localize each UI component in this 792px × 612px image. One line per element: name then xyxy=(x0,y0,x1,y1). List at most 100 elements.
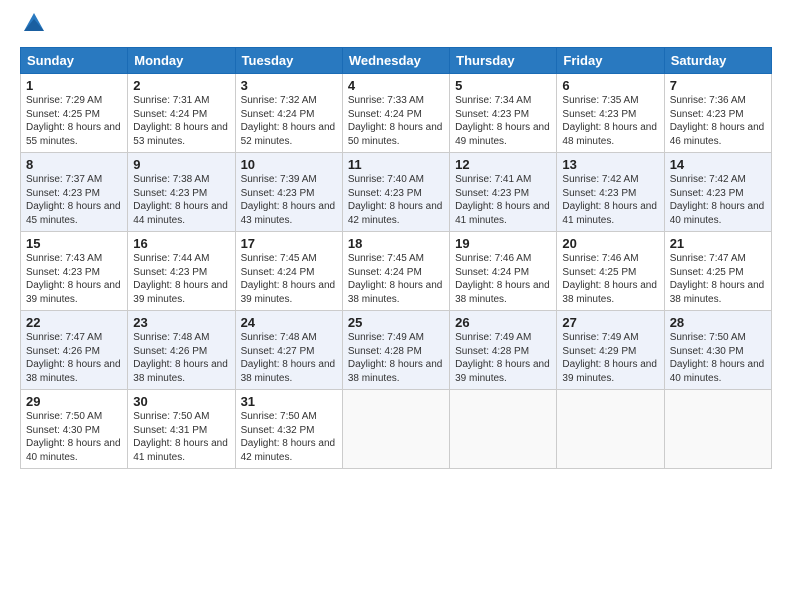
calendar-cell: 14Sunrise: 7:42 AMSunset: 4:23 PMDayligh… xyxy=(664,153,771,232)
day-header: Friday xyxy=(557,48,664,74)
day-info: Sunrise: 7:46 AMSunset: 4:24 PMDaylight:… xyxy=(455,252,551,306)
day-number: 7 xyxy=(670,78,766,93)
calendar-cell: 10Sunrise: 7:39 AMSunset: 4:23 PMDayligh… xyxy=(235,153,342,232)
day-number: 25 xyxy=(348,315,444,330)
calendar-cell: 8Sunrise: 7:37 AMSunset: 4:23 PMDaylight… xyxy=(21,153,128,232)
day-info: Sunrise: 7:50 AMSunset: 4:32 PMDaylight:… xyxy=(241,410,337,464)
day-number: 18 xyxy=(348,236,444,251)
calendar-cell: 15Sunrise: 7:43 AMSunset: 4:23 PMDayligh… xyxy=(21,232,128,311)
day-info: Sunrise: 7:36 AMSunset: 4:23 PMDaylight:… xyxy=(670,94,766,148)
day-number: 10 xyxy=(241,157,337,172)
day-number: 12 xyxy=(455,157,551,172)
day-number: 28 xyxy=(670,315,766,330)
calendar-cell: 29Sunrise: 7:50 AMSunset: 4:30 PMDayligh… xyxy=(21,390,128,469)
day-number: 20 xyxy=(562,236,658,251)
day-number: 11 xyxy=(348,157,444,172)
day-number: 21 xyxy=(670,236,766,251)
calendar-cell: 12Sunrise: 7:41 AMSunset: 4:23 PMDayligh… xyxy=(450,153,557,232)
calendar-cell xyxy=(664,390,771,469)
calendar-cell: 4Sunrise: 7:33 AMSunset: 4:24 PMDaylight… xyxy=(342,74,449,153)
calendar-cell: 20Sunrise: 7:46 AMSunset: 4:25 PMDayligh… xyxy=(557,232,664,311)
day-info: Sunrise: 7:47 AMSunset: 4:26 PMDaylight:… xyxy=(26,331,122,385)
week-row: 1Sunrise: 7:29 AMSunset: 4:25 PMDaylight… xyxy=(21,74,772,153)
day-info: Sunrise: 7:33 AMSunset: 4:24 PMDaylight:… xyxy=(348,94,444,148)
day-info: Sunrise: 7:45 AMSunset: 4:24 PMDaylight:… xyxy=(348,252,444,306)
calendar-cell xyxy=(342,390,449,469)
day-number: 16 xyxy=(133,236,229,251)
day-number: 4 xyxy=(348,78,444,93)
day-number: 17 xyxy=(241,236,337,251)
day-header: Sunday xyxy=(21,48,128,74)
day-info: Sunrise: 7:50 AMSunset: 4:30 PMDaylight:… xyxy=(670,331,766,385)
day-info: Sunrise: 7:31 AMSunset: 4:24 PMDaylight:… xyxy=(133,94,229,148)
day-number: 24 xyxy=(241,315,337,330)
day-info: Sunrise: 7:49 AMSunset: 4:29 PMDaylight:… xyxy=(562,331,658,385)
day-info: Sunrise: 7:34 AMSunset: 4:23 PMDaylight:… xyxy=(455,94,551,148)
day-info: Sunrise: 7:42 AMSunset: 4:23 PMDaylight:… xyxy=(562,173,658,227)
day-info: Sunrise: 7:44 AMSunset: 4:23 PMDaylight:… xyxy=(133,252,229,306)
day-info: Sunrise: 7:43 AMSunset: 4:23 PMDaylight:… xyxy=(26,252,122,306)
day-number: 19 xyxy=(455,236,551,251)
day-number: 8 xyxy=(26,157,122,172)
calendar-cell: 24Sunrise: 7:48 AMSunset: 4:27 PMDayligh… xyxy=(235,311,342,390)
day-info: Sunrise: 7:42 AMSunset: 4:23 PMDaylight:… xyxy=(670,173,766,227)
calendar-cell: 31Sunrise: 7:50 AMSunset: 4:32 PMDayligh… xyxy=(235,390,342,469)
week-row: 22Sunrise: 7:47 AMSunset: 4:26 PMDayligh… xyxy=(21,311,772,390)
day-info: Sunrise: 7:38 AMSunset: 4:23 PMDaylight:… xyxy=(133,173,229,227)
calendar-cell: 30Sunrise: 7:50 AMSunset: 4:31 PMDayligh… xyxy=(128,390,235,469)
calendar-cell: 23Sunrise: 7:48 AMSunset: 4:26 PMDayligh… xyxy=(128,311,235,390)
day-info: Sunrise: 7:50 AMSunset: 4:31 PMDaylight:… xyxy=(133,410,229,464)
day-header: Wednesday xyxy=(342,48,449,74)
day-number: 31 xyxy=(241,394,337,409)
day-info: Sunrise: 7:50 AMSunset: 4:30 PMDaylight:… xyxy=(26,410,122,464)
calendar-cell: 3Sunrise: 7:32 AMSunset: 4:24 PMDaylight… xyxy=(235,74,342,153)
calendar-cell: 6Sunrise: 7:35 AMSunset: 4:23 PMDaylight… xyxy=(557,74,664,153)
week-row: 8Sunrise: 7:37 AMSunset: 4:23 PMDaylight… xyxy=(21,153,772,232)
calendar-cell: 22Sunrise: 7:47 AMSunset: 4:26 PMDayligh… xyxy=(21,311,128,390)
calendar-cell: 21Sunrise: 7:47 AMSunset: 4:25 PMDayligh… xyxy=(664,232,771,311)
day-info: Sunrise: 7:29 AMSunset: 4:25 PMDaylight:… xyxy=(26,94,122,148)
calendar-cell: 5Sunrise: 7:34 AMSunset: 4:23 PMDaylight… xyxy=(450,74,557,153)
day-number: 14 xyxy=(670,157,766,172)
day-info: Sunrise: 7:39 AMSunset: 4:23 PMDaylight:… xyxy=(241,173,337,227)
calendar-cell: 28Sunrise: 7:50 AMSunset: 4:30 PMDayligh… xyxy=(664,311,771,390)
calendar-cell: 17Sunrise: 7:45 AMSunset: 4:24 PMDayligh… xyxy=(235,232,342,311)
day-info: Sunrise: 7:37 AMSunset: 4:23 PMDaylight:… xyxy=(26,173,122,227)
calendar-cell: 13Sunrise: 7:42 AMSunset: 4:23 PMDayligh… xyxy=(557,153,664,232)
day-header: Monday xyxy=(128,48,235,74)
week-row: 29Sunrise: 7:50 AMSunset: 4:30 PMDayligh… xyxy=(21,390,772,469)
logo xyxy=(20,15,46,39)
day-info: Sunrise: 7:48 AMSunset: 4:27 PMDaylight:… xyxy=(241,331,337,385)
calendar-cell: 27Sunrise: 7:49 AMSunset: 4:29 PMDayligh… xyxy=(557,311,664,390)
day-info: Sunrise: 7:45 AMSunset: 4:24 PMDaylight:… xyxy=(241,252,337,306)
logo-icon xyxy=(22,11,46,39)
day-number: 22 xyxy=(26,315,122,330)
day-number: 26 xyxy=(455,315,551,330)
day-info: Sunrise: 7:47 AMSunset: 4:25 PMDaylight:… xyxy=(670,252,766,306)
day-info: Sunrise: 7:49 AMSunset: 4:28 PMDaylight:… xyxy=(348,331,444,385)
day-header: Thursday xyxy=(450,48,557,74)
calendar-cell xyxy=(557,390,664,469)
page: SundayMondayTuesdayWednesdayThursdayFrid… xyxy=(0,0,792,612)
day-info: Sunrise: 7:32 AMSunset: 4:24 PMDaylight:… xyxy=(241,94,337,148)
calendar-cell: 11Sunrise: 7:40 AMSunset: 4:23 PMDayligh… xyxy=(342,153,449,232)
day-info: Sunrise: 7:46 AMSunset: 4:25 PMDaylight:… xyxy=(562,252,658,306)
day-info: Sunrise: 7:48 AMSunset: 4:26 PMDaylight:… xyxy=(133,331,229,385)
header-row: SundayMondayTuesdayWednesdayThursdayFrid… xyxy=(21,48,772,74)
day-number: 29 xyxy=(26,394,122,409)
header xyxy=(20,15,772,39)
calendar-cell: 18Sunrise: 7:45 AMSunset: 4:24 PMDayligh… xyxy=(342,232,449,311)
day-info: Sunrise: 7:49 AMSunset: 4:28 PMDaylight:… xyxy=(455,331,551,385)
calendar-cell: 9Sunrise: 7:38 AMSunset: 4:23 PMDaylight… xyxy=(128,153,235,232)
day-info: Sunrise: 7:35 AMSunset: 4:23 PMDaylight:… xyxy=(562,94,658,148)
day-number: 23 xyxy=(133,315,229,330)
day-number: 27 xyxy=(562,315,658,330)
day-number: 15 xyxy=(26,236,122,251)
calendar-cell: 7Sunrise: 7:36 AMSunset: 4:23 PMDaylight… xyxy=(664,74,771,153)
week-row: 15Sunrise: 7:43 AMSunset: 4:23 PMDayligh… xyxy=(21,232,772,311)
day-number: 9 xyxy=(133,157,229,172)
day-header: Saturday xyxy=(664,48,771,74)
day-number: 30 xyxy=(133,394,229,409)
day-number: 3 xyxy=(241,78,337,93)
calendar-cell: 16Sunrise: 7:44 AMSunset: 4:23 PMDayligh… xyxy=(128,232,235,311)
